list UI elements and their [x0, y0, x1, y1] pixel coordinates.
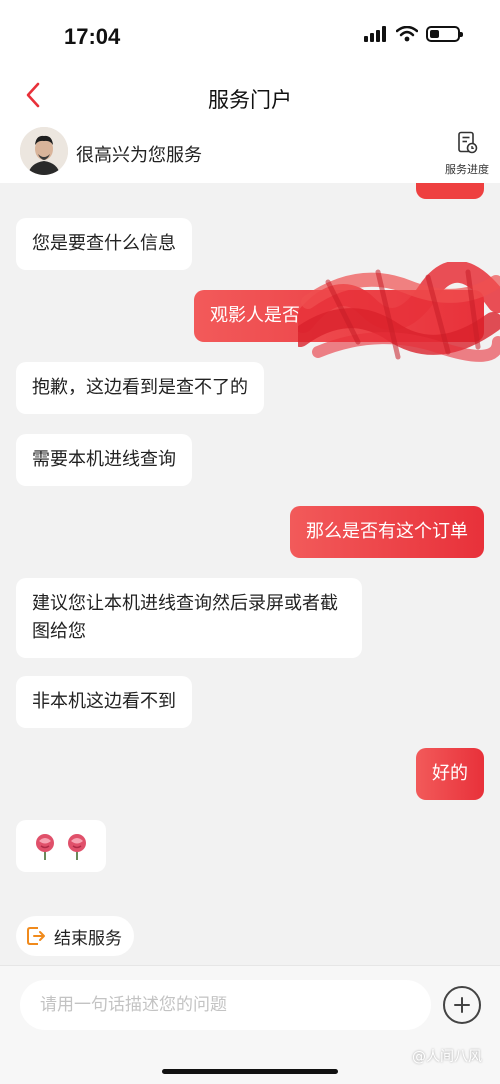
- document-progress-icon: [458, 131, 478, 154]
- message-bubble: 非本机这边看不到: [16, 676, 192, 728]
- watermark: @人间八风: [412, 1049, 482, 1065]
- wifi-icon: [396, 26, 418, 42]
- status-time: 17:04: [64, 24, 121, 49]
- exit-icon: [27, 927, 45, 945]
- agent-greeting: 很高兴为您服务: [76, 145, 202, 166]
- add-button[interactable]: [443, 986, 481, 1024]
- nav-bar: 服务门户: [0, 70, 500, 125]
- message-bubble: 观影人是否: [194, 290, 484, 342]
- signal-icon: [364, 26, 386, 42]
- end-service-button[interactable]: 结束服务: [16, 916, 134, 956]
- input-area: @人间八风: [0, 965, 500, 1084]
- status-bar: 17:04: [0, 0, 500, 70]
- message-bubble: 需要本机进线查询: [16, 434, 192, 486]
- plus-icon: [454, 997, 470, 1013]
- message-bubble: 建议您让本机进线查询然后录屏或者截图给您: [16, 578, 362, 658]
- service-progress-label: 服务进度: [445, 163, 489, 176]
- rose-icon: [68, 834, 86, 860]
- message-bubble: 好的: [416, 748, 484, 800]
- message-bubble: 您是要查什么信息: [16, 218, 192, 270]
- message-input[interactable]: [20, 980, 431, 1030]
- home-indicator[interactable]: [162, 1069, 338, 1074]
- message-bubble: 抱歉，这边看到是查不了的: [16, 362, 264, 414]
- message-bubble-partial: [416, 183, 484, 199]
- agent-avatar: [20, 127, 68, 175]
- emoji-message-bubble: [16, 820, 106, 872]
- service-progress-button[interactable]: 服务进度: [442, 131, 492, 177]
- agent-header: 很高兴为您服务 服务进度: [0, 125, 500, 183]
- end-service-label: 结束服务: [54, 928, 122, 949]
- message-bubble: 那么是否有这个订单: [290, 506, 484, 558]
- battery-icon: [426, 26, 463, 42]
- chat-area[interactable]: 您是要查什么信息 观影人是否 抱歉，这边看到是查不了的 需要本机进线查询 那么是…: [0, 183, 500, 965]
- rose-icon: [36, 834, 54, 860]
- status-icons: [364, 26, 463, 42]
- page-title: 服务门户: [208, 88, 292, 112]
